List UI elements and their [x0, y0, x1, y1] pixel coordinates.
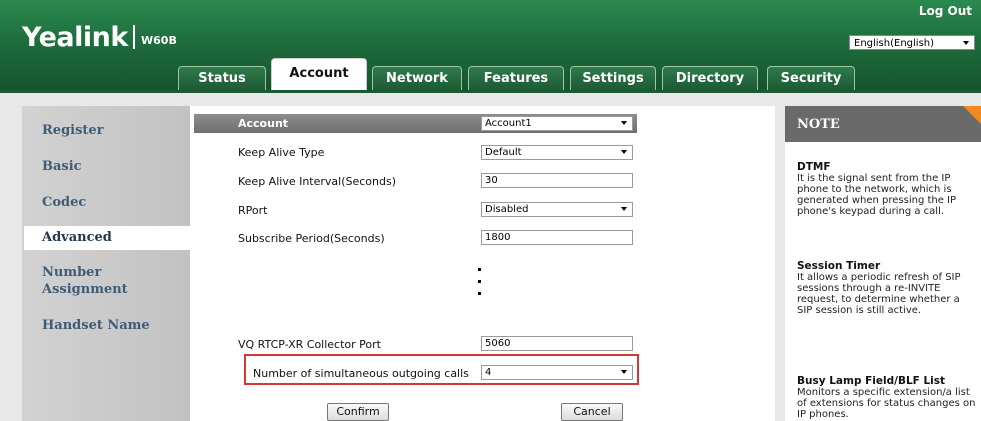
language-value: English(English) — [854, 38, 935, 49]
tab-network[interactable]: Network — [372, 66, 462, 90]
chevron-down-icon — [621, 370, 627, 374]
model-label: W60B — [141, 34, 177, 47]
account-advanced-form: Account Account1 Keep Alive Type Default… — [190, 106, 775, 421]
note-blf: Busy Lamp Field/BLF List Monitors a spec… — [797, 375, 977, 421]
brand-logo: Yealink — [22, 22, 128, 53]
ellipsis-dot — [478, 268, 481, 271]
tab-status[interactable]: Status — [178, 66, 266, 90]
note-dtmf: DTMF It is the signal sent from the IP p… — [797, 161, 977, 218]
simultaneous-calls-value: 4 — [485, 367, 492, 378]
account-label: Account — [238, 117, 289, 130]
web-ui-frame: Yealink W60B Log Out English(English) St… — [0, 0, 981, 421]
note-dtmf-title: DTMF — [797, 161, 831, 173]
ellipsis-dot — [478, 280, 481, 283]
account-select-value: Account1 — [485, 118, 532, 129]
sidebar: Register Basic Codec Advanced Number Ass… — [22, 106, 193, 421]
sidebar-item-register[interactable]: Register — [42, 122, 104, 139]
confirm-button[interactable]: Confirm — [327, 403, 389, 421]
vq-rtcp-port-label: VQ RTCP-XR Collector Port — [238, 338, 381, 351]
corner-fold-icon — [963, 106, 981, 124]
tab-directory[interactable]: Directory — [662, 66, 758, 90]
subscribe-period-input[interactable]: 1800 — [481, 230, 633, 245]
vq-rtcp-port-input[interactable]: 5060 — [481, 336, 633, 351]
keep-alive-interval-input[interactable]: 30 — [481, 173, 633, 188]
keep-alive-type-value: Default — [485, 147, 522, 158]
logout-link[interactable]: Log Out — [919, 4, 972, 18]
note-title: NOTE — [797, 117, 840, 132]
note-session-timer-title: Session Timer — [797, 260, 881, 272]
tab-security[interactable]: Security — [767, 66, 855, 90]
keep-alive-type-select[interactable]: Default — [481, 145, 633, 160]
tab-features[interactable]: Features — [468, 66, 564, 90]
chevron-down-icon — [963, 41, 969, 45]
keep-alive-interval-label: Keep Alive Interval(Seconds) — [238, 175, 397, 188]
sidebar-item-codec[interactable]: Codec — [42, 194, 86, 211]
note-panel: NOTE DTMF It is the signal sent from the… — [785, 106, 981, 421]
tab-account[interactable]: Account — [271, 58, 367, 90]
sidebar-item-number-assignment[interactable]: Number Assignment — [42, 264, 152, 298]
simultaneous-calls-select[interactable]: 4 — [481, 365, 633, 380]
note-session-timer-text: It allows a periodic refresh of SIP sess… — [797, 272, 961, 316]
simultaneous-calls-label: Number of simultaneous outgoing calls — [253, 367, 469, 380]
subscribe-period-label: Subscribe Period(Seconds) — [238, 232, 385, 245]
note-header: NOTE — [785, 106, 981, 142]
ellipsis-dot — [478, 292, 481, 295]
keep-alive-type-label: Keep Alive Type — [238, 146, 325, 159]
sidebar-item-basic[interactable]: Basic — [42, 158, 82, 175]
language-select[interactable]: English(English) — [849, 35, 975, 50]
brand-separator — [133, 25, 135, 49]
note-session-timer: Session Timer It allows a periodic refre… — [797, 260, 977, 317]
rport-select[interactable]: Disabled — [481, 202, 633, 217]
note-blf-text: Monitors a specific extension/a list of … — [797, 387, 976, 420]
omitted-rows-ellipsis — [478, 268, 484, 304]
sidebar-item-advanced[interactable]: Advanced — [24, 226, 193, 250]
cancel-button[interactable]: Cancel — [561, 403, 623, 421]
note-dtmf-text: It is the signal sent from the IP phone … — [797, 173, 957, 217]
tab-settings[interactable]: Settings — [570, 66, 656, 90]
account-select[interactable]: Account1 — [481, 116, 633, 131]
rport-value: Disabled — [485, 204, 529, 215]
rport-label: RPort — [238, 204, 268, 217]
chevron-down-icon — [621, 121, 627, 125]
chevron-down-icon — [621, 150, 627, 154]
chevron-down-icon — [621, 207, 627, 211]
header-bar: Yealink W60B Log Out English(English) St… — [0, 0, 981, 90]
note-blf-title: Busy Lamp Field/BLF List — [797, 375, 946, 387]
sidebar-item-handset-name[interactable]: Handset Name — [42, 317, 150, 334]
